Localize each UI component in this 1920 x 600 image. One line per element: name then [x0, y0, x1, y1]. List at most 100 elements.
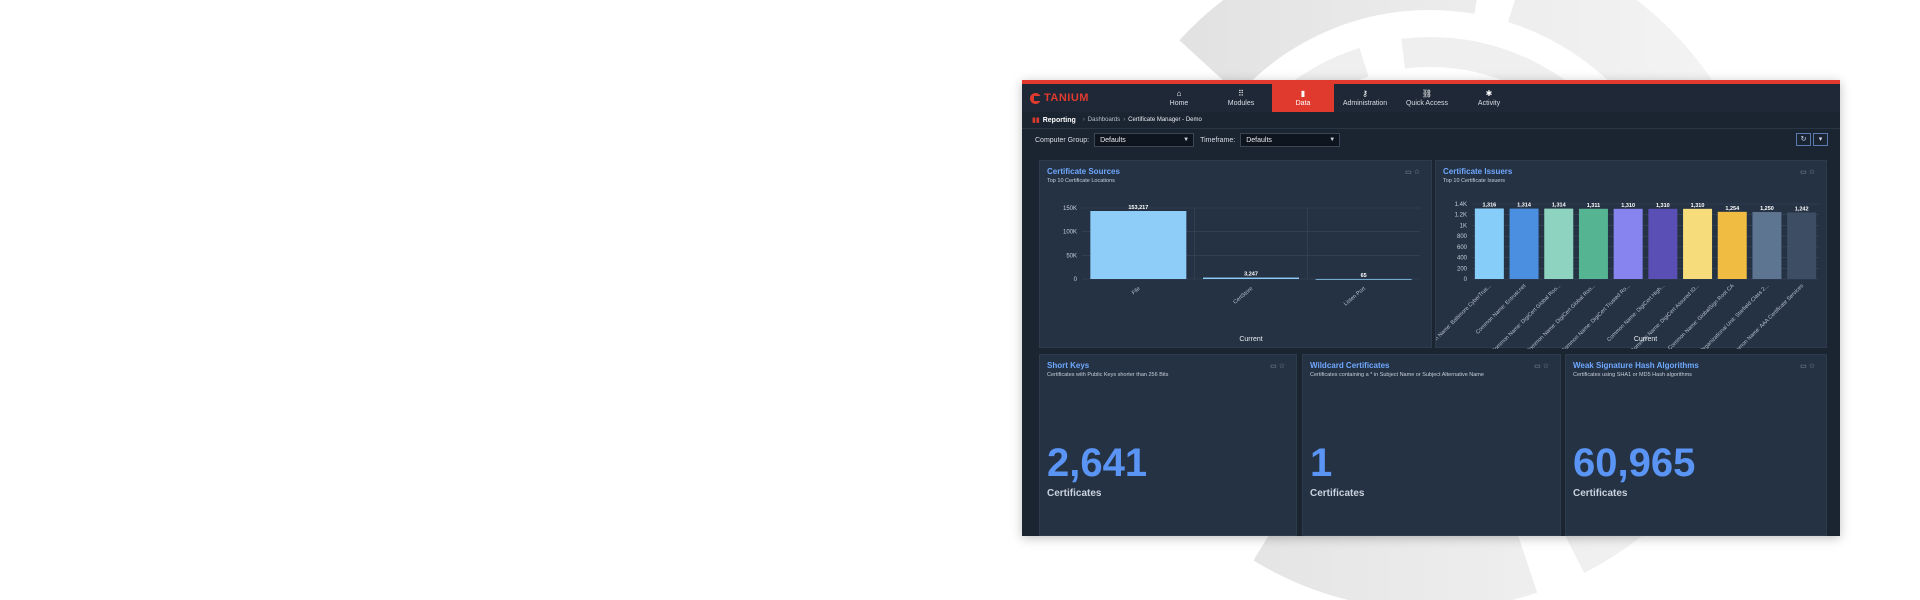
home-icon: ⌂	[1176, 89, 1182, 98]
data-label: 1,242	[1795, 206, 1809, 212]
x-category-label: Common Name: DigiCert High...	[1606, 283, 1666, 343]
panel-actions: ▭☆	[1534, 362, 1551, 370]
nav-items: ⌂ Home ⠿ Modules ▮ Data ⚷ Administration ⛓ Quick …	[1148, 84, 1520, 112]
top-navigation: TANIUM ⌂ Home ⠿ Modules ▮ Data ⚷ Administration…	[1022, 84, 1840, 112]
data-label: 1,311	[1587, 203, 1600, 209]
reporting-icon: ▮▮	[1032, 117, 1040, 124]
panel-actions: ▭☆	[1800, 362, 1817, 370]
wildcard-count: 1	[1310, 441, 1333, 485]
computer-group-select[interactable]: Defaults ▼	[1094, 133, 1195, 147]
timeframe-label: Timeframe:	[1200, 136, 1236, 144]
bar	[1203, 277, 1299, 279]
data-label: 1,250	[1760, 206, 1774, 212]
bar	[1474, 208, 1504, 279]
tanium-console-window: TANIUM ⌂ Home ⠿ Modules ▮ Data ⚷ Administration…	[1022, 80, 1840, 536]
toolbar-buttons: ↻ ▾	[1796, 133, 1828, 146]
bar	[1315, 278, 1412, 280]
bell-icon: ✱	[1485, 89, 1493, 98]
weak-signature-unit: Certificates	[1573, 488, 1628, 499]
data-label: 153,217	[1128, 205, 1148, 211]
y-tick-label: 150K	[1063, 206, 1077, 212]
x-category-label: File	[1131, 286, 1142, 296]
bar	[1648, 208, 1678, 279]
certificate-sources-panel: Certificate Sources Top 10 Certificate L…	[1039, 160, 1432, 348]
panel-title[interactable]: Wildcard Certificates	[1310, 361, 1390, 370]
breadcrumb: ▮▮ Reporting › Dashboards › Certificate …	[1022, 112, 1840, 129]
timeframe-value: Defaults	[1246, 136, 1272, 144]
data-label: 1,314	[1552, 203, 1567, 209]
x-axis-label: Current	[1634, 336, 1657, 343]
panel-subtitle: Certificates with Public Keys shorter th…	[1047, 372, 1169, 378]
data-label: 1,254	[1725, 206, 1740, 212]
monitor-icon[interactable]: ▭	[1800, 363, 1809, 370]
data-label: 3,247	[1244, 272, 1258, 278]
timeframe-select[interactable]: Defaults ▼	[1240, 133, 1341, 147]
nav-item-label: Quick Access	[1405, 100, 1448, 107]
nav-item-data[interactable]: ▮ Data	[1272, 84, 1334, 112]
x-category-label: Organizational Unit: Starfield Class 2..…	[1699, 283, 1770, 349]
data-label: 1,316	[1482, 203, 1496, 209]
bar	[1509, 208, 1539, 279]
tanium-logo-icon	[1030, 92, 1041, 104]
nav-item-administration[interactable]: ⚷ Administration	[1334, 84, 1396, 112]
nav-item-quick-access[interactable]: ⛓ Quick Access	[1396, 84, 1458, 112]
panel-title[interactable]: Weak Signature Hash Algorithms	[1573, 361, 1699, 370]
bar-chart-icon: ▮	[1300, 89, 1306, 98]
y-tick-label: 0	[1074, 277, 1078, 283]
certificate-issuers-chart: 0 200 400 600 800 1K 1.2K 1.4K 1,316 Common Name:…	[1436, 202, 1819, 349]
filter-bar: Computer Group: Defaults ▼ Timeframe: De…	[1022, 129, 1840, 151]
short-keys-count: 2,641	[1047, 441, 1148, 485]
data-label: 1,310	[1656, 203, 1670, 209]
tanium-logo[interactable]: TANIUM	[1022, 84, 1148, 112]
panel-actions: ▭☆	[1270, 362, 1287, 370]
nav-item-activity[interactable]: ✱ Activity	[1458, 84, 1520, 112]
panel-title[interactable]: Short Keys	[1047, 361, 1089, 370]
star-icon[interactable]: ☆	[1543, 363, 1551, 370]
nav-item-home[interactable]: ⌂ Home	[1148, 84, 1210, 112]
bar	[1787, 212, 1817, 279]
y-tick-label: 600	[1457, 245, 1468, 251]
breadcrumb-chevron-icon: ›	[1123, 117, 1126, 123]
y-tick-label: 400	[1457, 256, 1468, 262]
dropdown-icon[interactable]: ▾	[1813, 133, 1828, 146]
grid-icon: ⠿	[1238, 89, 1244, 98]
x-category-label: Common Name: GlobalSign Root CA	[1667, 283, 1736, 349]
weak-signature-count: 60,965	[1573, 441, 1696, 485]
monitor-icon[interactable]: ▭	[1534, 363, 1543, 370]
bar	[1613, 208, 1643, 279]
wildcard-unit: Certificates	[1310, 488, 1365, 499]
breadcrumb-section[interactable]: Reporting	[1043, 117, 1076, 124]
link-icon: ⛓	[1421, 89, 1433, 98]
star-icon[interactable]: ☆	[1809, 363, 1817, 370]
data-label: 65	[1361, 273, 1367, 279]
y-tick-label: 1K	[1460, 223, 1467, 229]
x-category-label: Common Name: DigiCert Global Roo...	[1525, 283, 1597, 349]
nav-item-label: Activity	[1477, 100, 1501, 107]
panel-subtitle: Certificates using SHA1 or MD5 Hash algo…	[1573, 372, 1692, 378]
bar	[1717, 211, 1747, 279]
x-category-label: Listen Port	[1343, 286, 1367, 308]
y-tick-label: 200	[1457, 266, 1468, 272]
y-tick-label: 50K	[1066, 253, 1077, 259]
star-icon[interactable]: ☆	[1279, 363, 1287, 370]
y-tick-label: 1.2K	[1455, 213, 1467, 219]
y-tick-label: 800	[1457, 234, 1468, 240]
panel-subtitle: Certificates containing a * in Subject N…	[1310, 372, 1484, 378]
nav-item-label: Administration	[1342, 100, 1388, 107]
monitor-icon[interactable]: ▭	[1270, 363, 1279, 370]
x-category-label: CertStore	[1232, 286, 1254, 306]
data-label: 1,314	[1517, 203, 1532, 209]
nav-item-modules[interactable]: ⠿ Modules	[1210, 84, 1272, 112]
certificate-issuers-panel: Certificate Issuers Top 10 Certificate I…	[1435, 160, 1827, 349]
short-keys-panel: Short Keys Certificates with Public Keys…	[1039, 354, 1297, 536]
data-label: 1,310	[1691, 203, 1705, 209]
x-category-label: Common Name: DigiCert Global Roo...	[1491, 283, 1563, 349]
breadcrumb-dashboards[interactable]: Dashboards	[1088, 117, 1120, 123]
data-label: 1,310	[1621, 203, 1635, 209]
bar	[1683, 208, 1713, 279]
chevron-down-icon: ▼	[1183, 137, 1190, 143]
breadcrumb-current: Certificate Manager - Demo	[1128, 117, 1202, 123]
bar	[1578, 208, 1608, 279]
weak-signature-panel: Weak Signature Hash Algorithms Certifica…	[1565, 354, 1827, 536]
refresh-icon[interactable]: ↻	[1796, 133, 1811, 146]
